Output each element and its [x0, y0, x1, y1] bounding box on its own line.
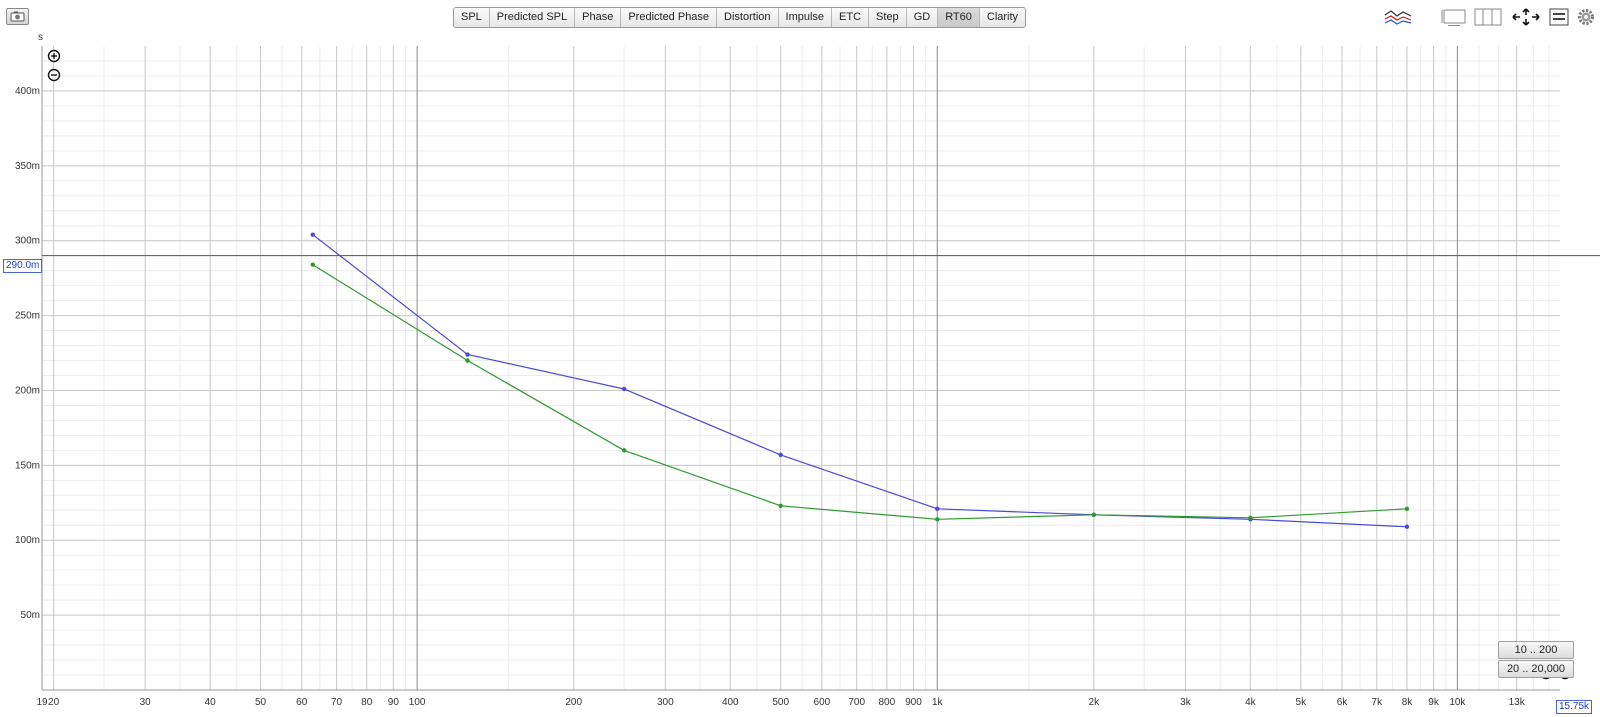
tab-impulse[interactable]: Impulse [778, 8, 833, 27]
x-tick-label: 30 [140, 697, 152, 708]
split-pane-icon[interactable] [1473, 7, 1503, 27]
x-tick-label: 19 [36, 697, 48, 708]
y-unit-label: s [38, 34, 43, 43]
tab-gd[interactable]: GD [906, 8, 939, 27]
range-10-200-button[interactable]: 10 .. 200 [1498, 641, 1574, 659]
range-20-20000-button[interactable]: 20 .. 20,000 [1498, 660, 1574, 678]
series-1-line [312, 234, 1408, 528]
tab-step[interactable]: Step [869, 8, 907, 27]
series-2-point [621, 448, 627, 453]
zoom-in-icon[interactable] [47, 49, 61, 63]
x-tick-label: 900 [905, 697, 922, 708]
x-tick-label: 4k [1245, 697, 1257, 708]
x-tick-label: 3k [1180, 697, 1192, 708]
series-1-point [778, 452, 783, 458]
series-1-point [310, 232, 315, 237]
series-1-point [621, 386, 627, 392]
y-tick-label: 150m [15, 460, 40, 471]
gear-icon[interactable] [1576, 7, 1596, 27]
zoom-out-icon[interactable] [47, 68, 61, 82]
x-tick-label: 80 [361, 697, 373, 708]
x-tick-label: 60 [296, 697, 308, 708]
x-tick-label: 300 [657, 697, 674, 708]
graph-tabs: SPL Predicted SPL Phase Predicted Phase … [453, 7, 1027, 28]
series-1-point [935, 506, 940, 511]
x-tick-label: 100 [409, 697, 426, 708]
series-2-point [935, 517, 940, 522]
series-2-point [1248, 515, 1253, 520]
x-tick-label: 400 [722, 697, 739, 708]
tab-clarity[interactable]: Clarity [979, 8, 1026, 27]
tab-etc[interactable]: ETC [832, 8, 870, 27]
series-2-point [1091, 512, 1097, 517]
x-tick-label: 20 [48, 697, 60, 708]
tab-spl[interactable]: SPL [454, 8, 490, 27]
x-tick-label: 8k [1402, 697, 1414, 708]
x-tick-label: 10k [1449, 697, 1466, 708]
y-tick-label: 200m [15, 385, 40, 396]
minor-grid [42, 46, 1560, 690]
x-tick-label: 600 [814, 697, 831, 708]
x-axis-labels: 19 20 30 40 50 60 70 80 90 100 200 300 400 500 600 700 8… [36, 697, 1525, 708]
y-tick-label: 100m [15, 535, 40, 546]
tab-rt60[interactable]: RT60 [938, 8, 980, 27]
x-tick-label: 70 [331, 697, 343, 708]
y-axis-labels: 50m 100m 150m 200m 250m 300m 350m 400m [15, 86, 40, 621]
y-tick-label: 250m [15, 311, 40, 322]
x-max-readout[interactable]: 15.75k [1556, 700, 1593, 714]
x-tick-label: 7k [1372, 697, 1384, 708]
tab-predicted-phase[interactable]: Predicted Phase [621, 8, 718, 27]
camera-icon[interactable] [6, 8, 29, 25]
single-pane-icon[interactable] [1440, 7, 1468, 27]
series-group [310, 232, 1410, 529]
x-tick-label: 6k [1337, 697, 1349, 708]
x-tick-label: 500 [772, 697, 789, 708]
series-1-point [465, 352, 470, 357]
x-tick-label: 2k [1089, 697, 1101, 708]
y-tick-label: 50m [21, 610, 40, 621]
x-tick-label: 1k [932, 697, 944, 708]
toolbar: SPL Predicted SPL Phase Predicted Phase … [0, 0, 1600, 34]
x-tick-label: 200 [565, 697, 582, 708]
series-2-point [310, 262, 315, 267]
x-tick-label: 800 [879, 697, 896, 708]
series-1-point [1404, 524, 1410, 529]
series-2-point [1404, 506, 1410, 511]
series-2-point [465, 358, 470, 363]
x-tick-label: 90 [388, 697, 400, 708]
pan-arrows-icon[interactable] [1510, 7, 1542, 27]
y-tick-label: 350m [15, 161, 40, 172]
overlay-icon[interactable] [1382, 7, 1414, 27]
y-tick-label: 300m [15, 236, 40, 247]
controls-icon[interactable] [1548, 7, 1570, 27]
y-tick-label: 400m [15, 86, 40, 97]
cursor-y-readout: 290.0m [3, 259, 43, 273]
x-tick-label: 9k [1428, 697, 1440, 708]
rt60-chart[interactable]: s 50m 100m 150m 200m 250m 300m 350m 400m 19 20 30… [0, 34, 1600, 717]
x-tick-label: 700 [848, 697, 865, 708]
x-tick-label: 50 [255, 697, 267, 708]
series-2-point [778, 503, 783, 508]
x-tick-label: 5k [1296, 697, 1308, 708]
tab-distortion[interactable]: Distortion [717, 8, 779, 27]
plot-border [41, 46, 1560, 691]
series-2-line [312, 264, 1408, 520]
tab-phase[interactable]: Phase [575, 8, 622, 27]
x-tick-label: 13k [1509, 697, 1526, 708]
x-tick-label: 40 [205, 697, 217, 708]
tab-predicted-spl[interactable]: Predicted SPL [489, 8, 576, 27]
major-grid [42, 46, 1560, 690]
